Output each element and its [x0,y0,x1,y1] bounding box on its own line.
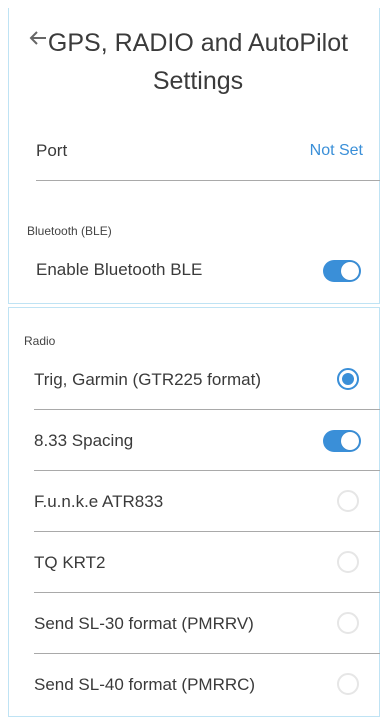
divider [34,409,380,410]
radio-option-sl30[interactable]: Send SL-30 format (PMRRV) [34,614,254,634]
radio-dot [342,373,354,385]
radio-option-tq-krt2[interactable]: TQ KRT2 [34,553,105,573]
radio-option-funke[interactable]: F.u.n.k.e ATR833 [34,492,163,512]
enable-bluetooth-toggle[interactable] [323,260,361,282]
radio-button-sl30[interactable] [337,612,359,634]
section-header-radio: Radio [24,334,56,348]
radio-button-funke[interactable] [337,490,359,512]
port-label: Port [36,141,68,160]
radio-button-tq-krt2[interactable] [337,551,359,573]
divider [34,470,380,471]
port-value[interactable]: Not Set [310,142,363,160]
section-header-bluetooth: Bluetooth (BLE) [27,224,112,238]
radio-button-trig-garmin[interactable] [337,368,359,390]
page-title: GPS, RADIO and AutoPilot Settings [47,29,349,95]
divider [34,531,380,532]
radio-card [8,307,380,717]
enable-bluetooth-label: Enable Bluetooth BLE [36,260,203,279]
toggle-knob [341,432,359,450]
radio-option-trig-garmin[interactable]: Trig, Garmin (GTR225 format) [34,370,261,390]
spacing-833-label: 8.33 Spacing [34,431,134,450]
divider [36,180,380,181]
radio-option-sl40[interactable]: Send SL-40 format (PMRRC) [34,675,255,695]
divider [34,592,380,593]
spacing-833-toggle[interactable] [323,430,361,452]
radio-button-sl40[interactable] [337,673,359,695]
toggle-knob [341,262,359,280]
divider [34,653,380,654]
